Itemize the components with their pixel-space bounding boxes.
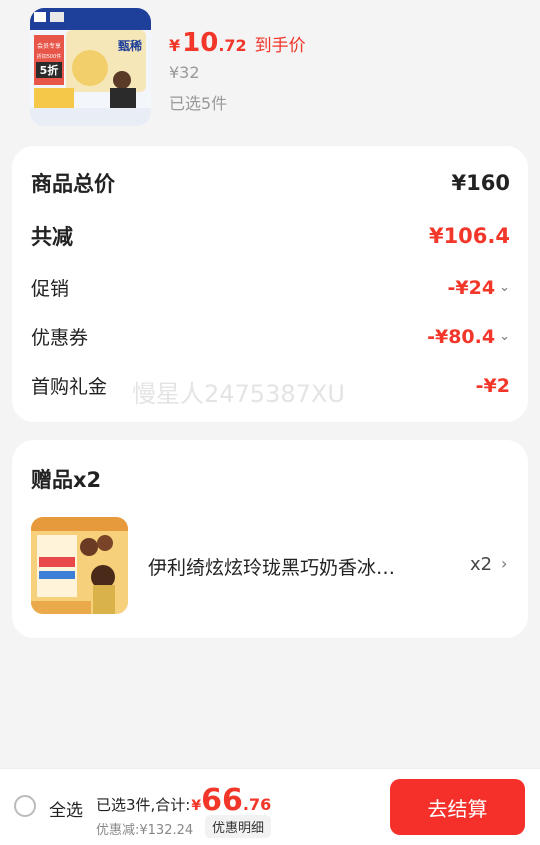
coupon-value: -¥80.4 — [427, 325, 496, 348]
sum-decimal: .76 — [242, 795, 272, 814]
product-price: ¥ 10 .72 到手价 — [169, 28, 306, 58]
total-reduce-row: 共减 ¥106.4 — [31, 221, 510, 251]
promotion-row[interactable]: 促销 -¥24 ⌄ — [31, 274, 510, 301]
chevron-down-icon[interactable]: ⌄ — [499, 329, 510, 344]
price-integer: 10 — [182, 28, 219, 58]
chevron-down-icon[interactable]: ⌄ — [499, 280, 510, 295]
coupon-label: 优惠券 — [31, 327, 89, 349]
gift-cash-value: -¥2 — [475, 374, 510, 397]
selected-count: 已选5件 — [169, 94, 228, 113]
ice-cream-product-picture: 会员专享 折扣500件 5折 甄稀 — [30, 8, 151, 126]
price-decimal: .72 — [218, 36, 247, 55]
sum-integer: 66 — [201, 783, 243, 818]
promotion-value-wrap[interactable]: -¥24 ⌄ — [448, 277, 510, 299]
gift-product-image[interactable] — [31, 517, 128, 614]
coupon-row[interactable]: 优惠券 -¥80.4 ⌄ — [31, 323, 510, 350]
svg-text:折扣500件: 折扣500件 — [37, 53, 62, 60]
svg-text:5折: 5折 — [40, 63, 59, 77]
total-reduce-value: ¥106.4 — [428, 224, 510, 248]
radio-unchecked-icon[interactable] — [14, 795, 36, 817]
total-price-value: ¥160 — [451, 171, 510, 195]
gift-cash-label: 首购礼金 — [31, 376, 108, 398]
gift-product-name[interactable]: 伊利绮炫炫玲珑黑巧奶香冰… — [148, 553, 433, 580]
sum-symbol: ¥ — [191, 798, 202, 814]
gifts-title: 赠品x2 — [31, 468, 102, 492]
svg-text:会员专享: 会员专享 — [37, 42, 61, 50]
svg-text:甄稀: 甄稀 — [118, 38, 142, 53]
product-image[interactable]: 会员专享 折扣500件 5折 甄稀 — [30, 8, 151, 126]
total-reduce-label: 共减 — [31, 225, 73, 249]
original-price: ¥32 — [169, 63, 200, 82]
discount-detail-button[interactable]: 优惠明细 — [205, 815, 272, 838]
promotion-value: -¥24 — [447, 276, 496, 299]
gift-quantity: x2 — [470, 554, 493, 575]
coupon-value-wrap[interactable]: -¥80.4 ⌄ — [427, 326, 510, 348]
checkout-bar: 全选 已选3件,合计: ¥ 66 .76 优惠减:¥132.24 优惠明细 去结… — [0, 768, 540, 845]
total-price-label: 商品总价 — [31, 172, 115, 196]
checkout-button[interactable]: 去结算 — [390, 779, 525, 835]
discount-text: 优惠减:¥132.24 — [96, 823, 194, 838]
promotion-label: 促销 — [31, 278, 70, 300]
total-summary: 已选3件,合计: ¥ 66 .76 — [96, 783, 271, 818]
total-price-row: 商品总价 ¥160 — [31, 168, 510, 198]
price-breakdown-card: 商品总价 ¥160 共减 ¥106.4 促销 -¥24 ⌄ 优惠券 -¥80.4… — [12, 146, 528, 422]
sum-text: 已选3件,合计: — [96, 796, 191, 814]
price-symbol: ¥ — [169, 36, 181, 55]
price-tag: 到手价 — [254, 36, 306, 56]
gift-product-picture — [31, 517, 128, 614]
watermark: 慢星人2475387XU — [132, 380, 345, 408]
gifts-card: 赠品x2 伊利绮炫炫玲珑黑巧奶香冰… x2 › — [12, 440, 528, 638]
chevron-right-icon[interactable]: › — [501, 554, 507, 573]
select-all-label[interactable]: 全选 — [49, 796, 83, 821]
product-summary: 会员专享 折扣500件 5折 甄稀 ¥ 10 .72 到手价 ¥32 已选5件 — [0, 0, 540, 140]
